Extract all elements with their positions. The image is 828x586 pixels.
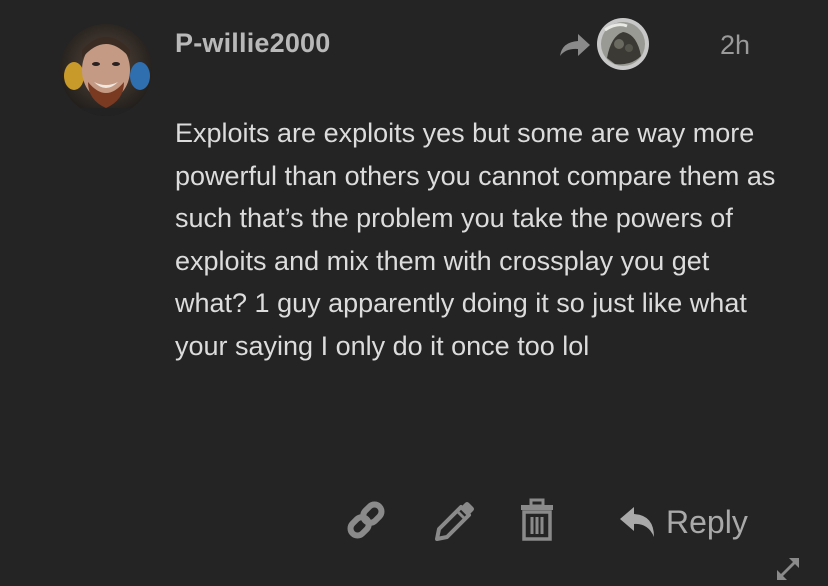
trash-icon — [521, 498, 553, 541]
expand-icon[interactable] — [771, 556, 801, 581]
copy-link-button[interactable] — [343, 497, 389, 543]
user-avatar[interactable] — [60, 24, 152, 116]
edit-button[interactable] — [431, 497, 477, 543]
reply-arrow-icon — [620, 507, 654, 537]
delete-button[interactable] — [515, 497, 559, 543]
reply-button[interactable]: Reply — [618, 500, 748, 544]
reply-to-avatar[interactable] — [597, 18, 649, 70]
pencil-icon — [435, 502, 474, 541]
post-body: Exploits are exploits yes but some are w… — [175, 118, 776, 361]
reply-to-icon[interactable] — [558, 30, 592, 60]
reply-label: Reply — [666, 503, 748, 540]
post: P-willie2000 2h Exploits are exploits ye… — [0, 0, 828, 581]
link-icon — [347, 501, 385, 539]
timestamp[interactable]: 2h — [700, 30, 750, 61]
username[interactable]: P-willie2000 — [175, 28, 331, 59]
